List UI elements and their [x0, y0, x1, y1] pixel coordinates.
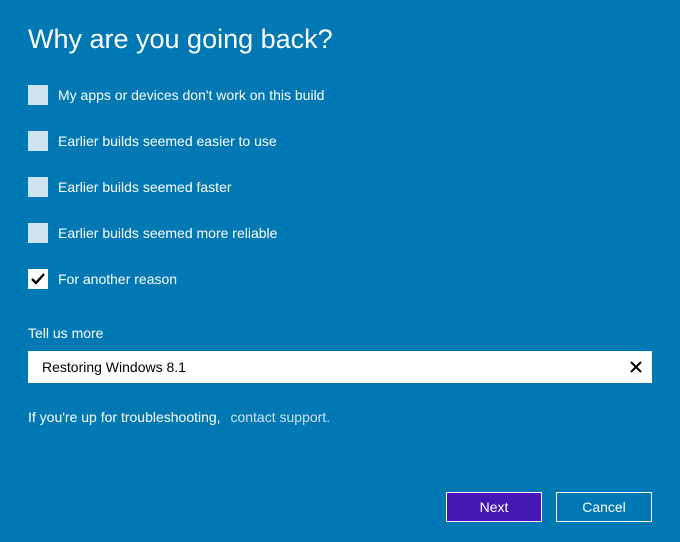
rollback-feedback-page: Why are you going back? My apps or devic…	[0, 0, 680, 449]
reason-label: Earlier builds seemed easier to use	[58, 133, 277, 149]
reason-option-reliable[interactable]: Earlier builds seemed more reliable	[28, 223, 652, 243]
troubleshoot-prefix: If you're up for troubleshooting,	[28, 409, 221, 425]
checkbox-checked-icon	[28, 269, 48, 289]
next-button[interactable]: Next	[446, 492, 542, 522]
reason-option-another[interactable]: For another reason	[28, 269, 652, 289]
reason-option-apps-devices[interactable]: My apps or devices don't work on this bu…	[28, 85, 652, 105]
checkbox-icon	[28, 177, 48, 197]
clear-input-button[interactable]	[620, 351, 652, 383]
reason-label: For another reason	[58, 271, 177, 287]
checkbox-icon	[28, 85, 48, 105]
tell-more-input-wrap	[28, 351, 652, 383]
tell-more-label: Tell us more	[28, 325, 652, 341]
footer-buttons: Next Cancel	[446, 492, 652, 522]
checkbox-icon	[28, 131, 48, 151]
troubleshoot-text: If you're up for troubleshooting, contac…	[28, 409, 652, 425]
reason-label: Earlier builds seemed faster	[58, 179, 232, 195]
page-title: Why are you going back?	[28, 24, 652, 55]
reason-label: My apps or devices don't work on this bu…	[58, 87, 324, 103]
reason-checklist: My apps or devices don't work on this bu…	[28, 85, 652, 289]
close-icon	[629, 360, 643, 374]
reason-option-easier[interactable]: Earlier builds seemed easier to use	[28, 131, 652, 151]
cancel-button[interactable]: Cancel	[556, 492, 652, 522]
checkbox-icon	[28, 223, 48, 243]
tell-more-input[interactable]	[28, 351, 652, 383]
reason-option-faster[interactable]: Earlier builds seemed faster	[28, 177, 652, 197]
contact-support-link[interactable]: contact support.	[230, 409, 330, 425]
reason-label: Earlier builds seemed more reliable	[58, 225, 277, 241]
